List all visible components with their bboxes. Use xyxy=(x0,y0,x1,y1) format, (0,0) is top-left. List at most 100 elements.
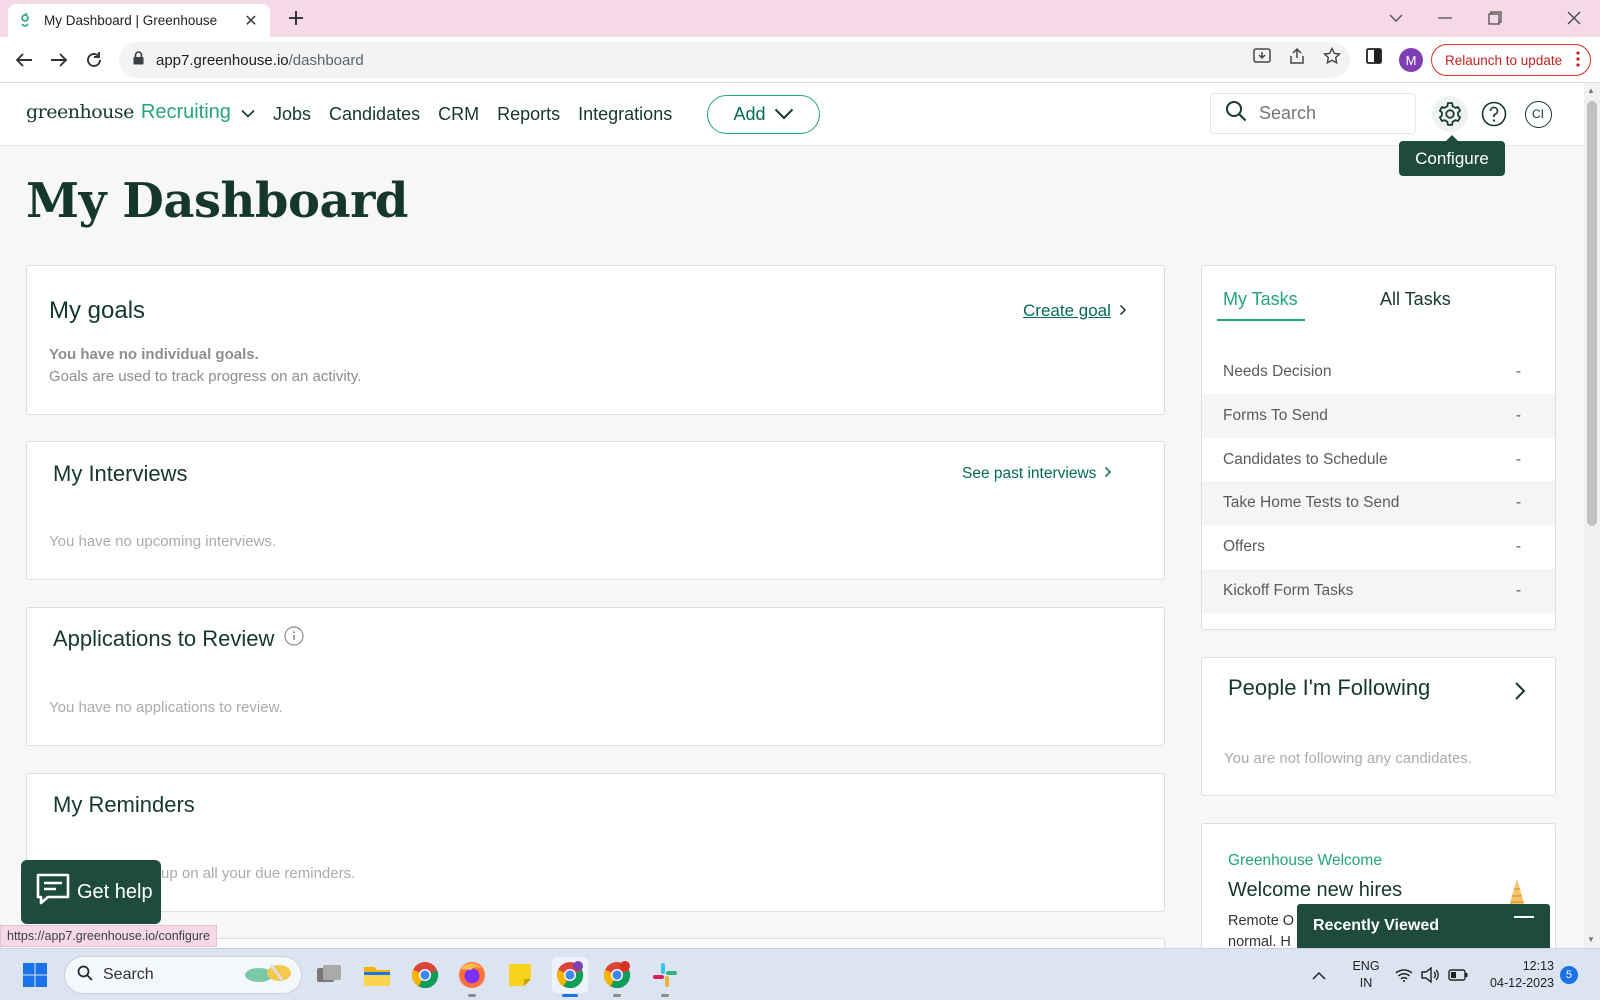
get-help-button[interactable]: Get help xyxy=(21,860,161,924)
new-tab-icon[interactable] xyxy=(284,6,308,30)
windows-start-icon[interactable] xyxy=(19,959,51,991)
tab-my-tasks[interactable]: My Tasks xyxy=(1223,289,1298,310)
chrome-profile-2-icon[interactable] xyxy=(601,959,633,997)
bookmark-star-icon[interactable] xyxy=(1322,46,1342,66)
active-app-indicator xyxy=(562,994,578,997)
browser-tabstrip: My Dashboard | Greenhouse ✕ xyxy=(0,0,1600,37)
task-view-icon[interactable] xyxy=(313,959,345,991)
page-scrollbar[interactable]: ▲ ▼ xyxy=(1584,83,1600,948)
goals-empty-heading: You have no individual goals. xyxy=(49,346,259,363)
scrollbar-thumb[interactable] xyxy=(1587,101,1597,526)
scroll-up-icon[interactable]: ▲ xyxy=(1587,86,1595,95)
nav-integrations[interactable]: Integrations xyxy=(578,104,672,125)
install-app-icon[interactable] xyxy=(1252,46,1272,66)
battery-icon[interactable] xyxy=(1446,959,1470,991)
recently-viewed-label: Recently Viewed xyxy=(1313,917,1439,934)
sticky-notes-icon[interactable] xyxy=(504,959,536,991)
task-count: - xyxy=(1515,582,1521,599)
reload-icon[interactable] xyxy=(80,46,108,74)
relaunch-button[interactable]: Relaunch to update xyxy=(1431,44,1591,76)
firefox-icon[interactable] xyxy=(456,959,488,997)
nav-candidates[interactable]: Candidates xyxy=(329,104,420,125)
nav-crm[interactable]: CRM xyxy=(438,104,479,125)
browser-tab[interactable]: My Dashboard | Greenhouse ✕ xyxy=(8,4,270,37)
info-icon[interactable] xyxy=(284,626,304,652)
task-count: - xyxy=(1515,407,1521,424)
add-button[interactable]: Add xyxy=(707,95,820,134)
global-search[interactable] xyxy=(1210,93,1416,134)
profile-avatar[interactable]: M xyxy=(1399,48,1423,72)
minimize-icon[interactable] xyxy=(1514,916,1534,918)
welcome-eyebrow: Greenhouse Welcome xyxy=(1228,852,1382,869)
app-header: greenhouse Recruiting Jobs Candidates CR… xyxy=(0,83,1584,146)
search-icon xyxy=(1225,100,1247,127)
chevron-down-icon xyxy=(241,105,255,123)
close-window-icon[interactable] xyxy=(1559,6,1589,30)
chrome-profile-m-icon[interactable] xyxy=(552,957,588,997)
task-row[interactable]: Offers - xyxy=(1202,525,1555,569)
scroll-down-icon[interactable]: ▼ xyxy=(1587,935,1595,944)
taskbar-search-label: Search xyxy=(103,966,154,983)
slack-icon[interactable] xyxy=(649,959,681,997)
greenhouse-logo[interactable]: greenhouse Recruiting xyxy=(26,101,255,124)
share-icon[interactable] xyxy=(1287,46,1307,66)
taskbar-search[interactable]: Search xyxy=(64,956,302,994)
tab-all-tasks[interactable]: All Tasks xyxy=(1380,289,1451,310)
url-path: /dashboard xyxy=(288,51,364,69)
minimize-window-icon[interactable] xyxy=(1430,6,1460,30)
see-past-interviews-label: See past interviews xyxy=(962,465,1097,482)
see-past-interviews-link[interactable]: See past interviews xyxy=(962,465,1112,483)
search-icon xyxy=(77,965,93,986)
goals-empty-sub: Goals are used to track progress on an a… xyxy=(49,368,362,385)
applications-header: Applications to Review xyxy=(53,626,304,652)
task-count: - xyxy=(1515,451,1521,468)
user-menu[interactable]: CI xyxy=(1520,96,1556,132)
reminders-card: My Reminders up on all your due reminder… xyxy=(26,773,1165,912)
forward-icon[interactable] xyxy=(45,46,73,74)
volume-icon[interactable] xyxy=(1418,959,1442,991)
nav-reports[interactable]: Reports xyxy=(497,104,560,125)
address-bar[interactable]: app7.greenhouse.io/dashboard xyxy=(119,42,1350,78)
tab-search-chevron-icon[interactable] xyxy=(1381,6,1411,30)
side-panel-icon[interactable] xyxy=(1364,46,1384,66)
clock[interactable]: 12:13 04-12-2023 xyxy=(1478,958,1554,992)
create-goal-label: Create goal xyxy=(1023,301,1111,320)
show-hidden-icons-chevron-icon[interactable] xyxy=(1307,959,1331,991)
task-row[interactable]: Needs Decision - xyxy=(1202,350,1555,394)
help-icon[interactable] xyxy=(1476,96,1512,132)
task-row[interactable]: Take Home Tests to Send - xyxy=(1202,481,1555,525)
recently-viewed-panel[interactable]: Recently Viewed xyxy=(1297,904,1550,948)
interviews-empty: You have no upcoming interviews. xyxy=(49,533,277,550)
chat-icon xyxy=(35,871,71,913)
create-goal-link[interactable]: Create goal xyxy=(1023,301,1127,321)
language-indicator[interactable]: ENG IN xyxy=(1349,958,1383,992)
wifi-icon[interactable] xyxy=(1392,959,1416,991)
chrome-icon[interactable] xyxy=(409,959,441,991)
clock-time: 12:13 xyxy=(1522,959,1554,973)
reminders-empty: up on all your due reminders. xyxy=(161,865,356,882)
chevron-right-icon[interactable] xyxy=(1514,681,1526,706)
task-count: - xyxy=(1515,494,1521,511)
restore-window-icon[interactable] xyxy=(1480,6,1510,30)
notification-badge[interactable]: 5 xyxy=(1560,966,1578,984)
reminders-title: My Reminders xyxy=(53,792,195,817)
url-text: app7.greenhouse.io/dashboard xyxy=(156,52,364,69)
search-input[interactable] xyxy=(1259,103,1399,124)
tab-close-icon[interactable]: ✕ xyxy=(242,11,260,31)
configure-gear-icon[interactable] xyxy=(1432,96,1468,132)
nav-jobs[interactable]: Jobs xyxy=(273,104,311,125)
back-icon[interactable] xyxy=(10,46,38,74)
file-explorer-icon[interactable] xyxy=(361,959,393,991)
url-host: app7.greenhouse.io xyxy=(156,51,289,69)
following-card[interactable]: People I'm Following You are not followi… xyxy=(1201,657,1556,796)
task-label: Candidates to Schedule xyxy=(1223,451,1388,468)
more-options-icon[interactable] xyxy=(1576,51,1580,70)
chevron-right-icon xyxy=(1119,301,1127,321)
task-row[interactable]: Kickoff Form Tasks - xyxy=(1202,569,1555,613)
task-row[interactable]: Forms To Send - xyxy=(1202,394,1555,438)
tab-title: My Dashboard | Greenhouse xyxy=(44,13,218,28)
configure-tooltip: Configure xyxy=(1399,135,1505,176)
task-row[interactable]: Candidates to Schedule - xyxy=(1202,438,1555,482)
applications-card: Applications to Review You have no appli… xyxy=(26,607,1165,746)
welcome-title: Welcome new hires xyxy=(1228,879,1403,901)
